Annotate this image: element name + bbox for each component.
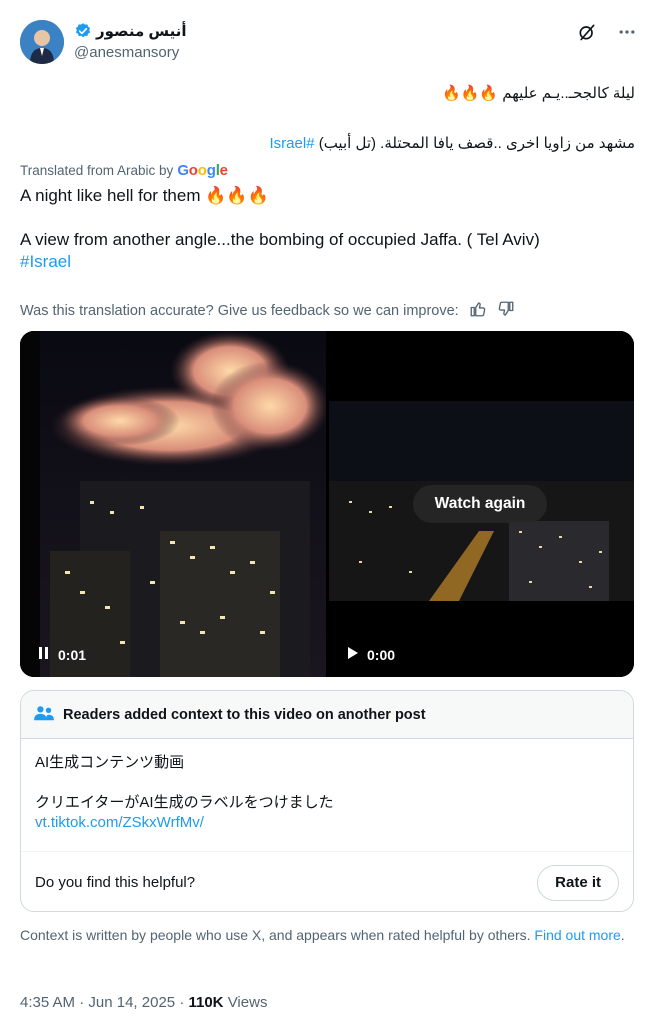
post-meta: 4:35 AM · Jun 14, 2025 · 110K Views [20, 994, 268, 1011]
context-link[interactable]: vt.tiktok.com/ZSkxWrfMv/ [35, 813, 619, 833]
media-grid: 0:01 Watch again 0:00 [20, 331, 634, 677]
context-footnote: Context is written by people who use X, … [20, 927, 625, 943]
video-left-time[interactable]: 0:01 [38, 646, 86, 663]
community-notes-body: AI生成コンテンツ動画 クリエイターがAI生成のラベルをつけました vt.tik… [21, 739, 633, 833]
post-date[interactable]: Jun 14, 2025 [88, 994, 175, 1011]
author-display-name[interactable]: أنيس منصور [96, 22, 187, 40]
post-time[interactable]: 4:35 AM [20, 994, 75, 1011]
helpful-row: Do you find this helpful? Rate it [21, 851, 633, 911]
context-line2: クリエイターがAI生成のラベルをつけました [35, 794, 334, 811]
people-icon [33, 704, 55, 726]
fire-emoji: 🔥🔥🔥 [442, 85, 499, 102]
translated-text-line1: A night like hell for them 🔥🔥🔥 [20, 186, 269, 205]
translation-feedback: Was this translation accurate? Give us f… [20, 300, 515, 322]
find-out-more-link[interactable]: Find out more [534, 927, 620, 943]
google-logo: Google [177, 162, 228, 179]
rate-it-button[interactable]: Rate it [537, 864, 619, 901]
hashtag-israel-original[interactable]: #Israel [270, 135, 315, 152]
grok-icon[interactable] [577, 22, 597, 42]
thumbs-up-icon[interactable] [469, 300, 487, 322]
video-player-left[interactable]: 0:01 [20, 331, 326, 677]
original-text-line1: ليلة كالجحـ..يـم عليهم 🔥🔥🔥 [442, 85, 635, 102]
video-right-time[interactable]: 0:00 [347, 646, 395, 663]
hashtag-israel-translated[interactable]: #Israel [20, 252, 71, 272]
translated-text-line2: A view from another angle...the bombing … [20, 230, 540, 249]
pause-icon[interactable] [38, 646, 50, 663]
verified-badge-icon [74, 22, 92, 40]
fire-emoji: 🔥🔥🔥 [205, 186, 269, 205]
helpful-question: Do you find this helpful? [35, 874, 196, 891]
more-icon[interactable] [617, 22, 637, 42]
author-name-row[interactable]: أنيس منصور [74, 22, 187, 40]
author-handle[interactable]: @anesmansory [74, 44, 179, 61]
play-icon[interactable] [347, 646, 359, 663]
avatar[interactable] [20, 20, 64, 64]
community-notes-header[interactable]: Readers added context to this video on a… [21, 691, 633, 739]
views-label: Views [227, 994, 268, 1011]
context-line1: AI生成コンテンツ動画 [35, 754, 185, 771]
video-player-right[interactable]: Watch again 0:00 [329, 331, 634, 677]
original-text-line2: مشهد من زاويا اخرى ..قصف يافا المحتلة. (… [269, 135, 636, 152]
views-count: 110K [188, 994, 224, 1011]
translation-label: Translated from Arabic by Google [20, 162, 228, 179]
thumbs-down-icon[interactable] [497, 300, 515, 322]
watch-again-button[interactable]: Watch again [413, 485, 547, 523]
community-notes-box: Readers added context to this video on a… [20, 690, 634, 912]
